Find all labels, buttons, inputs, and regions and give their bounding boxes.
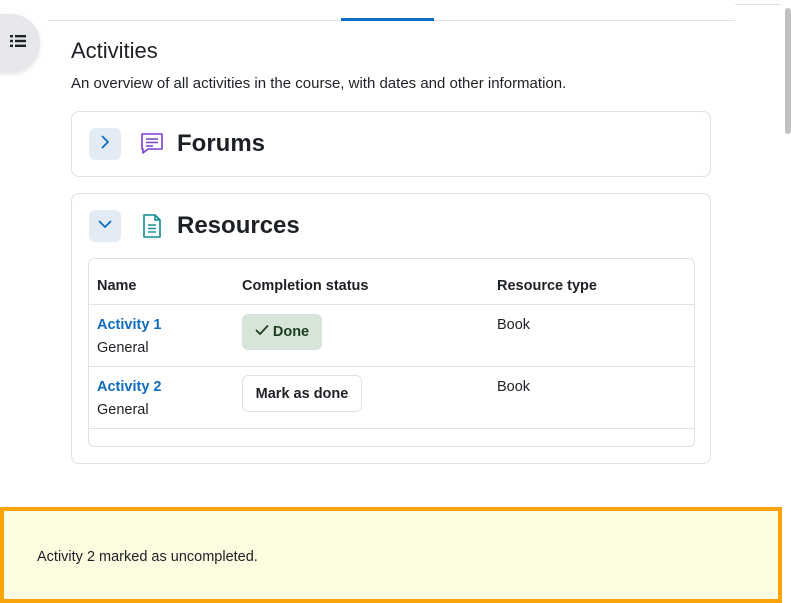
scrollbar[interactable] (785, 8, 791, 134)
mark-as-done-button[interactable]: Mark as done (242, 375, 362, 412)
section-title-forums[interactable]: Forums (177, 130, 265, 158)
page-description: An overview of all activities in the cou… (71, 75, 567, 92)
header-divider (735, 4, 781, 5)
forum-icon (138, 130, 166, 158)
activity-link[interactable]: Activity 2 (97, 379, 161, 395)
row-divider (89, 428, 694, 429)
column-header-name[interactable]: Name (97, 278, 137, 294)
column-header-completion[interactable]: Completion status (242, 278, 368, 294)
resource-type: Book (497, 379, 531, 395)
done-button-label: Done (272, 324, 310, 340)
file-icon (138, 212, 166, 240)
active-tab-indicator (341, 18, 434, 21)
expand-forums-button[interactable] (89, 128, 121, 160)
course-index-toggle[interactable] (0, 14, 40, 72)
activity-section: General (97, 340, 149, 356)
section-title-resources[interactable]: Resources (177, 212, 300, 240)
chevron-down-icon (98, 217, 112, 236)
collapse-resources-button[interactable] (89, 210, 121, 242)
activity-link[interactable]: Activity 1 (97, 317, 161, 333)
section-card-forums: Forums (71, 111, 711, 177)
done-button[interactable]: Done (242, 314, 322, 350)
section-card-resources: Resources Name Completion status Resourc… (71, 193, 711, 464)
resources-table: Name Completion status Resource type Act… (88, 258, 695, 447)
row-divider (89, 366, 694, 367)
check-icon (255, 324, 269, 340)
activity-section: General (97, 402, 149, 418)
resource-type: Book (497, 317, 531, 333)
row-divider (89, 304, 694, 305)
toast-message: Activity 2 marked as uncompleted. (37, 549, 258, 565)
column-header-type[interactable]: Resource type (497, 278, 597, 294)
list-icon (10, 34, 26, 53)
toast-notification: Activity 2 marked as uncompleted. (0, 507, 782, 603)
page-title: Activities (71, 38, 158, 63)
chevron-right-icon (98, 135, 112, 154)
